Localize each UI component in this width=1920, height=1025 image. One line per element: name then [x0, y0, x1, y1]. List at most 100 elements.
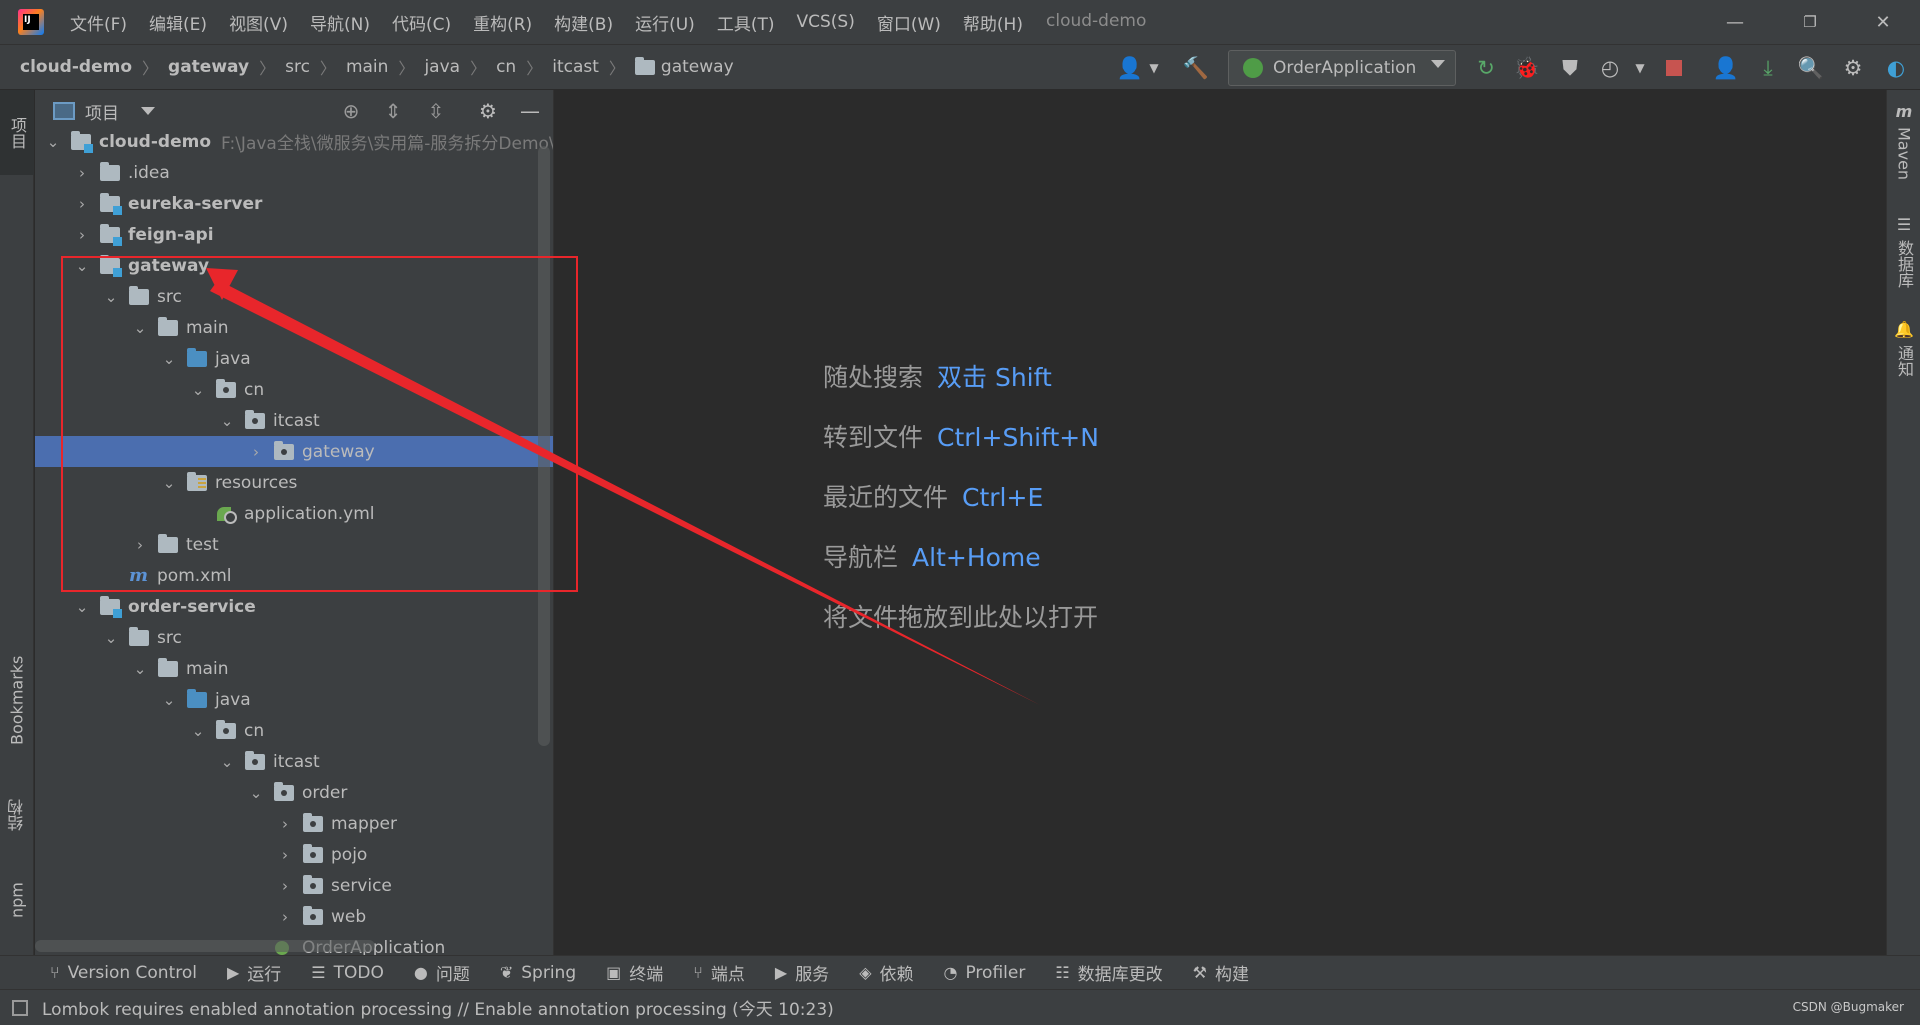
- menu-item[interactable]: 代码(C): [392, 10, 451, 35]
- tool-tab-database[interactable]: ☰ 数据库: [1887, 215, 1920, 315]
- tree-row[interactable]: ⌄ java: [35, 343, 553, 374]
- tool-tab-project[interactable]: 项目: [0, 90, 34, 175]
- bottom-tool-button[interactable]: ▶ 运行: [227, 960, 281, 985]
- coverage-icon[interactable]: ⛊: [1556, 54, 1584, 82]
- tree-row[interactable]: › feign-api: [35, 219, 553, 250]
- breadcrumb-item[interactable]: gateway: [634, 56, 734, 77]
- tree-row[interactable]: › pojo: [35, 839, 553, 870]
- tree-row[interactable]: ⌄ java: [35, 684, 553, 715]
- bottom-tool-button[interactable]: ❦ Spring: [500, 963, 576, 983]
- build-hammer-icon[interactable]: 🔨: [1182, 54, 1210, 82]
- breadcrumb-item[interactable]: gateway: [168, 57, 249, 77]
- status-message[interactable]: Lombok requires enabled annotation proce…: [42, 995, 834, 1020]
- chevron-down-icon[interactable]: ⌄: [161, 691, 177, 709]
- chevron-down-icon[interactable]: ⌄: [219, 412, 235, 430]
- menu-item[interactable]: 视图(V): [229, 10, 288, 35]
- chevron-down-icon[interactable]: ⌄: [248, 784, 264, 802]
- tree-row[interactable]: ⌄ main: [35, 312, 553, 343]
- chevron-down-icon[interactable]: ⌄: [74, 257, 90, 275]
- close-button[interactable]: ✕: [1853, 0, 1913, 44]
- chevron-right-icon[interactable]: ›: [277, 846, 293, 864]
- tree-row[interactable]: ⌄ order: [35, 777, 553, 808]
- run-configuration-select[interactable]: OrderApplication: [1228, 50, 1456, 86]
- chevron-down-icon[interactable]: ⌄: [132, 660, 148, 678]
- bottom-tool-button[interactable]: ◈ 依赖: [859, 960, 913, 985]
- chevron-down-icon[interactable]: ⌄: [45, 133, 61, 151]
- chevron-right-icon[interactable]: ›: [277, 877, 293, 895]
- rerun-icon[interactable]: ↻: [1472, 54, 1500, 82]
- tree-row[interactable]: ⌄ itcast: [35, 405, 553, 436]
- code-with-me-icon[interactable]: ◐: [1882, 54, 1910, 82]
- chevron-right-icon[interactable]: ›: [132, 536, 148, 554]
- search-icon[interactable]: 🔍: [1797, 54, 1825, 82]
- menu-item[interactable]: 运行(U): [635, 10, 695, 35]
- tree-row[interactable]: application.yml: [35, 498, 553, 529]
- restore-button[interactable]: ❐: [1780, 0, 1840, 44]
- tree-row[interactable]: ⌄ gateway: [35, 250, 553, 281]
- menu-item[interactable]: 编辑(E): [149, 10, 207, 35]
- settings-gear-icon[interactable]: ⚙: [475, 98, 501, 124]
- tree-row[interactable]: › .idea: [35, 157, 553, 188]
- chevron-down-icon[interactable]: ⌄: [161, 474, 177, 492]
- tree-row[interactable]: ⌄ src: [35, 281, 553, 312]
- horizontal-scrollbar[interactable]: [35, 940, 375, 952]
- profile-icon[interactable]: ◴: [1596, 54, 1624, 82]
- tree-row[interactable]: ⌄ resources: [35, 467, 553, 498]
- tree-row[interactable]: ⌄ itcast: [35, 746, 553, 777]
- menu-item[interactable]: VCS(S): [796, 12, 854, 32]
- chevron-right-icon[interactable]: ›: [277, 908, 293, 926]
- bottom-tool-button[interactable]: ● 问题: [414, 960, 470, 985]
- tool-tab-structure[interactable]: 结构: [0, 780, 34, 850]
- settings-gear-icon[interactable]: ⚙: [1839, 54, 1867, 82]
- tool-tab-maven[interactable]: m Maven: [1887, 102, 1920, 192]
- menu-item[interactable]: 帮助(H): [963, 10, 1023, 35]
- update-icon[interactable]: ⤓: [1754, 54, 1782, 82]
- tree-row[interactable]: › test: [35, 529, 553, 560]
- tree-row[interactable]: ⌄ cloud-demo F:\Java全栈\微服务\实用篇-服务拆分Demo\c: [35, 126, 553, 157]
- locate-file-icon[interactable]: ⊕: [338, 98, 364, 124]
- tool-tab-bookmarks[interactable]: Bookmarks: [0, 635, 34, 765]
- tool-tab-npm[interactable]: npm: [0, 865, 34, 935]
- expand-all-icon[interactable]: ⇕: [380, 98, 406, 124]
- bottom-tool-button[interactable]: ⑂ Version Control: [50, 963, 197, 983]
- chevron-down-icon[interactable]: ⌄: [103, 629, 119, 647]
- tree-row-selected[interactable]: › gateway: [35, 436, 553, 467]
- chevron-down-icon[interactable]: ▼: [1626, 54, 1654, 82]
- vertical-scrollbar[interactable]: [538, 146, 550, 746]
- bottom-tool-button[interactable]: ◔ Profiler: [944, 963, 1026, 983]
- tree-row[interactable]: ⌄ src: [35, 622, 553, 653]
- bottom-tool-button[interactable]: ☷ 数据库更改: [1055, 960, 1162, 985]
- menu-item[interactable]: 窗口(W): [877, 10, 941, 35]
- breadcrumb-item[interactable]: itcast: [552, 57, 599, 77]
- tree-row[interactable]: ⌄ cn: [35, 715, 553, 746]
- chevron-right-icon[interactable]: ›: [248, 443, 264, 461]
- chevron-right-icon[interactable]: ›: [74, 195, 90, 213]
- bottom-tool-button[interactable]: ⚒ 构建: [1193, 960, 1249, 985]
- status-toggle-icon[interactable]: [12, 999, 28, 1016]
- debug-icon[interactable]: 🐞: [1513, 54, 1541, 82]
- chevron-down-icon[interactable]: ⌄: [161, 350, 177, 368]
- breadcrumb-item[interactable]: cloud-demo: [20, 57, 132, 77]
- chevron-right-icon[interactable]: ›: [277, 815, 293, 833]
- breadcrumb-item[interactable]: java: [424, 57, 460, 77]
- tree-row[interactable]: › web: [35, 901, 553, 932]
- stop-icon[interactable]: [1660, 54, 1688, 82]
- tree-row[interactable]: m pom.xml: [35, 560, 553, 591]
- breadcrumb-item[interactable]: cn: [496, 57, 516, 77]
- menu-item[interactable]: 构建(B): [554, 10, 613, 35]
- chevron-down-icon[interactable]: ⌄: [190, 722, 206, 740]
- editor-empty-area[interactable]: 随处搜索 双击 Shift 转到文件 Ctrl+Shift+N 最近的文件 Ctrl+E 导…: [555, 90, 1884, 955]
- menu-item[interactable]: 文件(F): [70, 10, 127, 35]
- menu-item[interactable]: 重构(R): [473, 10, 532, 35]
- tool-tab-notifications[interactable]: 🔔 通知: [1887, 320, 1920, 410]
- breadcrumb-item[interactable]: src: [285, 57, 310, 77]
- bottom-tool-button[interactable]: ▶ 服务: [775, 960, 829, 985]
- chevron-down-icon[interactable]: ⌄: [132, 319, 148, 337]
- chevron-right-icon[interactable]: ›: [74, 164, 90, 182]
- chevron-down-icon[interactable]: ⌄: [103, 288, 119, 306]
- chevron-down-icon[interactable]: [141, 107, 155, 115]
- intellij-logo-icon[interactable]: IJ: [18, 9, 44, 35]
- tree-row[interactable]: ⌄ cn: [35, 374, 553, 405]
- bottom-tool-button[interactable]: ☰ TODO: [311, 963, 384, 983]
- chevron-down-icon[interactable]: ⌄: [74, 598, 90, 616]
